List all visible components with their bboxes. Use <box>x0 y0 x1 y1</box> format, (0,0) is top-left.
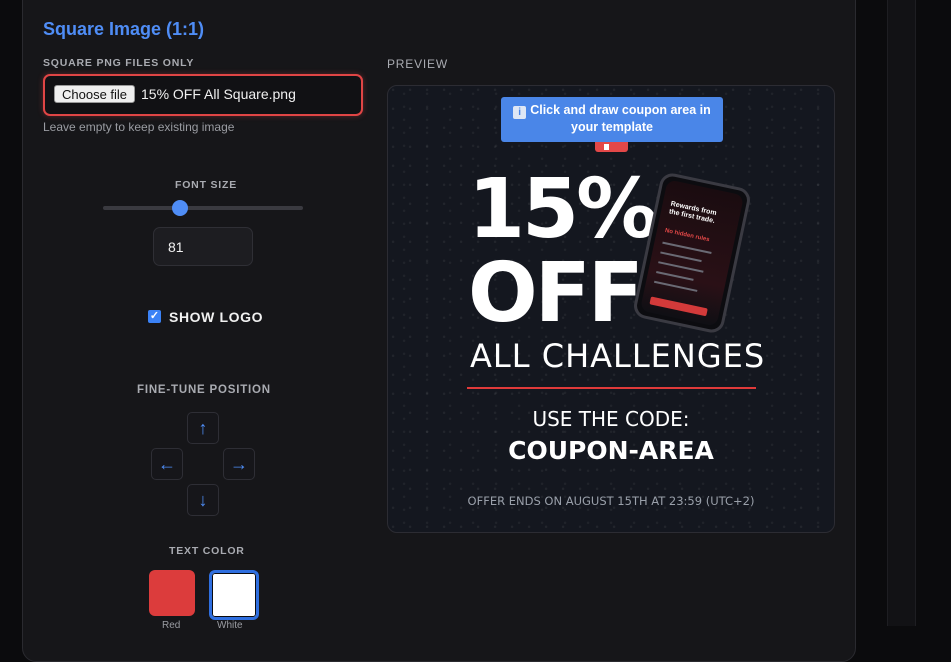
upload-hint: Leave empty to keep existing image <box>43 120 235 134</box>
use-code-text: USE THE CODE: <box>532 407 690 431</box>
move-right-button[interactable]: → <box>223 448 255 480</box>
font-size-input[interactable]: 81 <box>153 227 253 266</box>
move-down-button[interactable]: ↓ <box>187 484 219 516</box>
offer-ends-text: OFFER ENDS ON AUGUST 15TH AT 23:59 (UTC+… <box>467 494 755 508</box>
preview-label: PREVIEW <box>387 57 448 71</box>
preview-canvas[interactable]: 15% OFF Rewards from the first trade. No… <box>387 85 835 533</box>
upload-label: SQUARE PNG FILES ONLY <box>43 57 195 69</box>
move-up-button[interactable]: ↑ <box>187 412 219 444</box>
draw-coupon-tooltip: i Click and draw coupon area in your temp… <box>501 97 723 142</box>
section-title: Square Image (1:1) <box>43 19 205 39</box>
headline-percent: 15% <box>468 162 658 257</box>
move-left-button[interactable]: ← <box>151 448 183 480</box>
show-logo-checkbox[interactable]: ✓ <box>148 310 161 323</box>
font-size-slider-thumb[interactable] <box>172 200 188 216</box>
right-edge-column <box>887 0 916 626</box>
color-swatch-red[interactable] <box>149 570 195 616</box>
subheadline: ALL CHALLENGES <box>470 337 766 375</box>
coupon-area-text: COUPON-AREA <box>508 436 714 465</box>
file-input[interactable]: Choose file 15% OFF All Square.png <box>43 74 363 116</box>
color-swatch-white[interactable] <box>209 570 259 620</box>
info-icon: i <box>513 106 527 119</box>
text-color-label: TEXT COLOR <box>169 545 245 557</box>
headline-off: OFF <box>468 246 644 341</box>
red-divider <box>467 387 756 389</box>
show-logo-label[interactable]: SHOW LOGO <box>169 309 263 325</box>
fine-tune-label: FINE-TUNE POSITION <box>137 384 271 396</box>
font-size-value: 81 <box>168 239 184 255</box>
choose-file-button[interactable]: Choose file <box>54 85 136 103</box>
font-size-slider[interactable] <box>103 206 303 210</box>
phone-headline: Rewards from the first trade. <box>668 200 718 225</box>
tooltip-text: Click and draw coupon area in your templ… <box>530 103 711 134</box>
font-size-label: FONT SIZE <box>175 179 238 191</box>
selected-file-name: 15% OFF All Square.png <box>141 86 296 102</box>
logo-mark <box>595 141 628 152</box>
phone-red-text: No hidden rules <box>664 227 710 244</box>
